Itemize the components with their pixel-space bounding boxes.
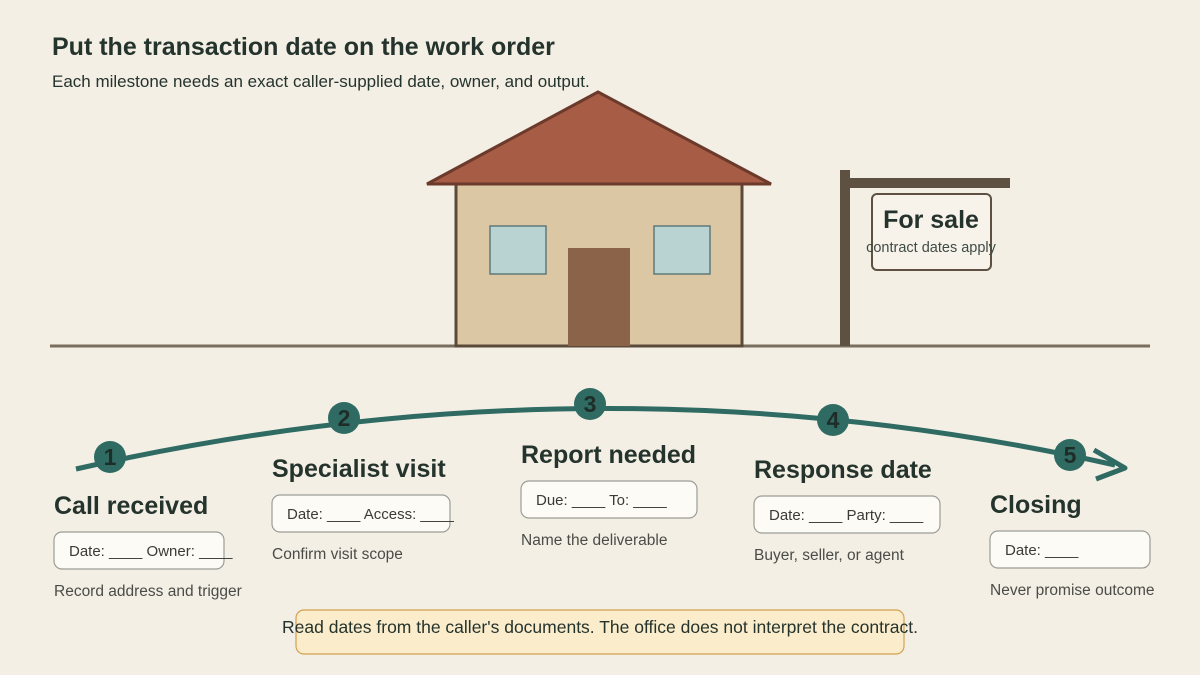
- step-number: 1: [104, 444, 117, 470]
- step-fields: Date: ____ Access: ____: [287, 506, 454, 523]
- step-fields: Date: ____: [1005, 542, 1079, 559]
- step-title: Call received: [54, 492, 208, 520]
- step-note: Confirm visit scope: [272, 546, 403, 563]
- house-door: [568, 248, 630, 346]
- step-note: Name the deliverable: [521, 532, 667, 549]
- step-fields: Date: ____ Party: ____: [769, 507, 924, 524]
- step-note: Record address and trigger: [54, 583, 242, 600]
- sign-post: [840, 170, 850, 346]
- sign-title: For sale: [883, 206, 979, 234]
- step-fields: Date: ____ Owner: ____: [69, 543, 233, 560]
- step-title: Closing: [990, 491, 1082, 519]
- house-window-right: [653, 225, 711, 275]
- footer-note: Read dates from the caller's documents. …: [282, 617, 918, 637]
- for-sale-sign: For sale contract dates apply: [840, 170, 1010, 346]
- step-number: 4: [827, 407, 840, 433]
- step-note: Buyer, seller, or agent: [754, 547, 905, 564]
- page-subtitle: Each milestone needs an exact caller-sup…: [52, 72, 590, 91]
- house-illustration: [426, 90, 772, 348]
- step-closing: 5 Closing Date: ____ Never promise outco…: [989, 439, 1155, 599]
- sign-arm: [840, 178, 1010, 188]
- step-number: 5: [1064, 442, 1077, 468]
- step-title: Report needed: [521, 441, 696, 469]
- step-number: 3: [584, 391, 597, 417]
- step-specialist-visit: 2 Specialist visit Date: ____ Access: __…: [271, 402, 454, 563]
- step-title: Specialist visit: [272, 455, 446, 483]
- page-title: Put the transaction date on the work ord…: [52, 33, 555, 61]
- step-title: Response date: [754, 456, 932, 484]
- step-fields: Due: ____ To: ____: [536, 492, 667, 509]
- step-number: 2: [338, 405, 351, 431]
- sign-subtitle: contract dates apply: [866, 240, 997, 256]
- step-call-received: 1 Call received Date: ____ Owner: ____ R…: [53, 441, 242, 600]
- house-roof: [426, 90, 772, 186]
- milestone-diagram: Put the transaction date on the work ord…: [50, 33, 1155, 655]
- step-note: Never promise outcome: [990, 582, 1155, 599]
- step-report-needed: 3 Report needed Due: ____ To: ____ Name …: [520, 388, 698, 549]
- house-window-left: [489, 225, 547, 275]
